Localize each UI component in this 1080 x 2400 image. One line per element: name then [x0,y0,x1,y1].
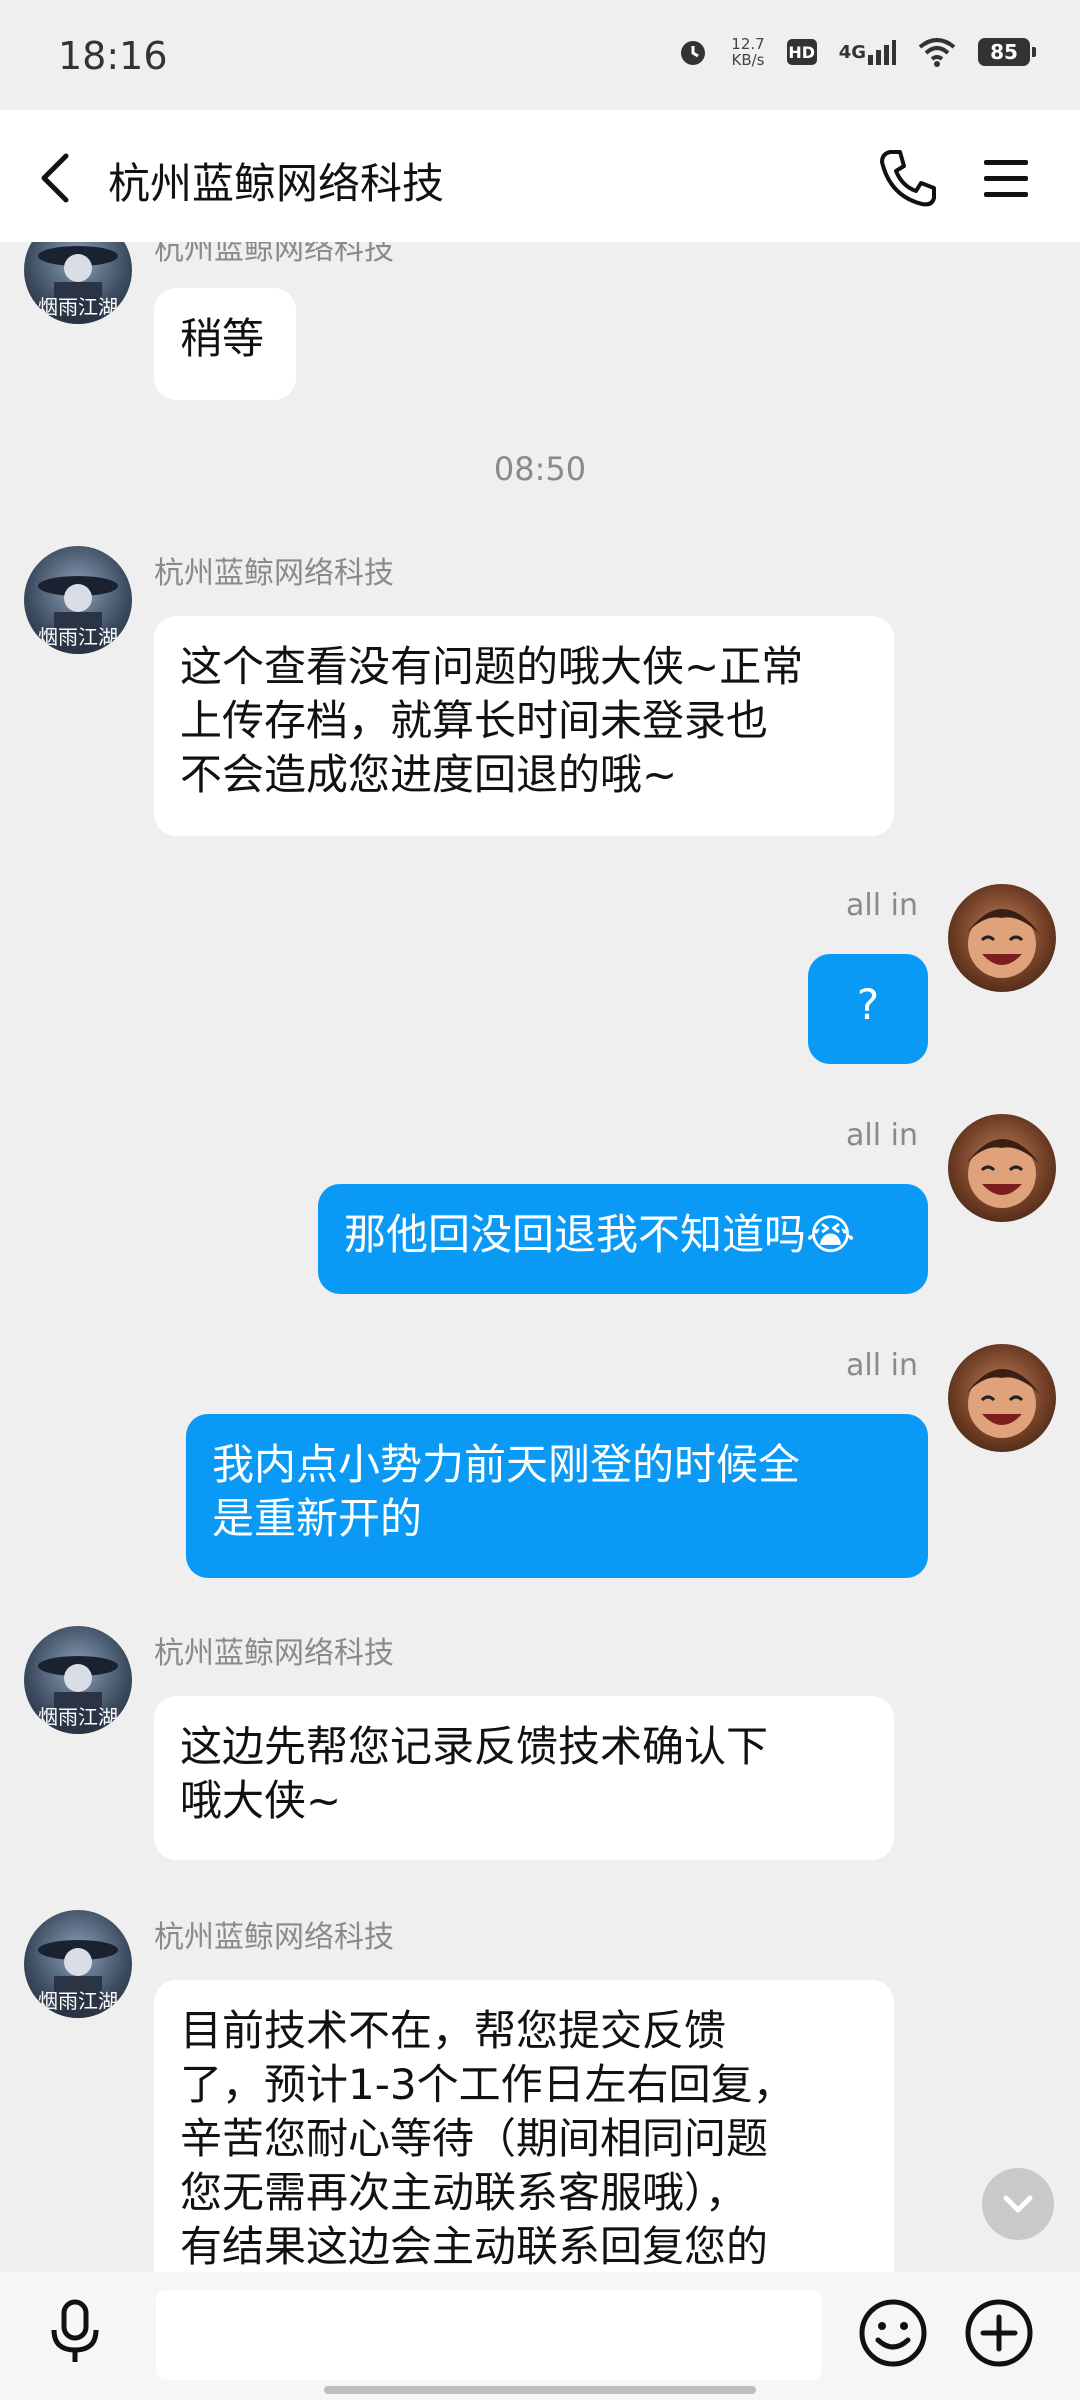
microphone-icon [51,2299,99,2362]
avatar[interactable]: 烟雨江湖 [24,1910,132,2018]
message-timestamp: 08:50 [493,450,587,488]
menu-button[interactable] [974,146,1038,210]
avatar[interactable] [948,1114,1056,1222]
sender-name: 杭州蓝鲸网络科技 [154,1920,394,1955]
message-line: 这个查看没有问题的哦大侠~正常 [180,642,804,691]
status-bar: 18:16 12.7 KB/s HD 4G 85 [0,0,1080,110]
sender-name: 杭州蓝鲸网络科技 [154,556,394,591]
voice-button[interactable] [40,2296,110,2366]
message-bubble-incoming[interactable]: 目前技术不在，帮您提交反馈 了，预计1-3个工作日左右回复， 辛苦您耐心等待（期… [154,1980,894,2272]
avatar[interactable]: 烟雨江湖 [24,1626,132,1734]
message-line: 是重新开的 [212,1494,423,1543]
input-bar [0,2272,1080,2400]
avatar[interactable]: 烟雨江湖 [24,546,132,654]
message-line: 目前技术不在，帮您提交反馈 [180,2006,727,2055]
message-bubble-incoming[interactable]: 这个查看没有问题的哦大侠~正常 上传存档，就算长时间未登录也 不会造成您进度回退… [154,616,894,836]
message-line: 辛苦您耐心等待（期间相同问题 [180,2114,769,2163]
sender-name: 杭州蓝鲸网络科技 [154,242,394,267]
avatar[interactable] [948,884,1056,992]
message-bubble-outgoing[interactable]: 那他回没回退我不知道吗😭 [318,1184,928,1294]
call-button[interactable] [876,146,940,210]
message-line: 哦大侠~ [180,1776,342,1825]
svg-text:烟雨江湖: 烟雨江湖 [38,1989,118,2013]
message-bubble-outgoing[interactable]: ? [808,954,928,1064]
network-type: 4G [838,41,866,63]
message-line: 您无需再次主动联系客服哦）， [180,2168,748,2217]
chat-area[interactable]: 烟雨江湖 杭州蓝鲸网络科技 稍等 08:50 烟雨江湖 杭州蓝鲸网络科技 这个查… [0,242,1080,2272]
scroll-to-bottom-button[interactable] [982,2168,1054,2240]
net-speed-value: 12.7 [731,35,765,53]
message-text: ? [856,980,880,1029]
message-bubble-incoming[interactable]: 这边先帮您记录反馈技术确认下 哦大侠~ [154,1696,894,1860]
svg-text:烟雨江湖: 烟雨江湖 [38,625,118,649]
svg-text:烟雨江湖: 烟雨江湖 [38,1705,118,1729]
chat-header: 杭州蓝鲸网络科技 [0,110,1080,242]
sender-name: all in [846,1348,918,1383]
message-bubble-incoming[interactable]: 稍等 [154,288,296,400]
phone-icon [880,150,936,207]
home-indicator[interactable] [324,2386,756,2394]
avatar[interactable]: 烟雨江湖 [24,242,132,324]
hd-badge: HD [786,39,817,65]
menu-icon [984,160,1028,197]
message-line: 我内点小势力前天刚登的时候全 [212,1440,801,1489]
alarm-icon [677,36,709,68]
wifi-icon [918,37,956,67]
battery-indicator: 85 [978,38,1036,66]
message-input[interactable] [156,2290,822,2380]
back-button[interactable] [28,148,88,208]
message-line: 了，预计1-3个工作日左右回复， [180,2060,795,2109]
message-text: 稍等 [180,314,265,363]
message-line: 不会造成您进度回退的哦~ [180,750,678,799]
message-line: 上传存档，就算长时间未登录也 [180,696,769,745]
message-line: 这边先帮您记录反馈技术确认下 [180,1722,769,1771]
status-icons: 12.7 KB/s HD 4G 85 [677,36,1036,68]
sender-name: all in [846,888,918,923]
status-time: 18:16 [58,34,168,78]
message-bubble-outgoing[interactable]: 我内点小势力前天刚登的时候全 是重新开的 [186,1414,928,1578]
back-arrow-icon [41,153,69,203]
emoji-button[interactable] [856,2296,930,2370]
message-text: 那他回没回退我不知道吗😭 [344,1210,856,1259]
emoji-icon [859,2299,927,2367]
sender-name: all in [846,1118,918,1153]
plus-icon [965,2299,1033,2367]
sender-name: 杭州蓝鲸网络科技 [154,1636,394,1671]
avatar[interactable] [948,1344,1056,1452]
page-title: 杭州蓝鲸网络科技 [108,159,445,208]
message-line: 有结果这边会主动联系回复您的 [180,2222,769,2271]
svg-text:烟雨江湖: 烟雨江湖 [38,295,118,319]
net-speed: 12.7 KB/s [731,36,764,68]
chevron-down-icon [1003,2195,1033,2213]
net-speed-unit: KB/s [731,51,765,69]
more-options-button[interactable] [962,2296,1036,2370]
signal-icon: 4G [839,39,896,65]
